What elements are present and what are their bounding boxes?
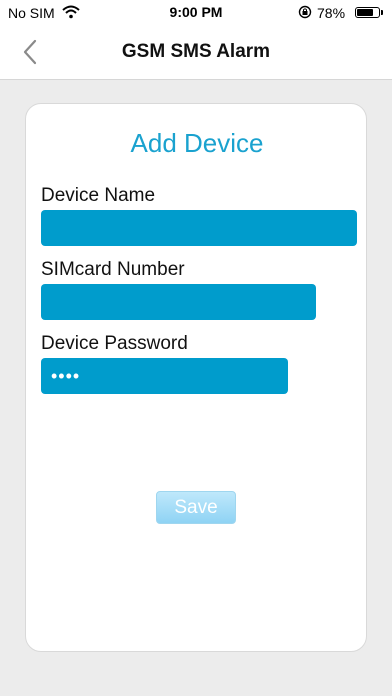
battery-level xyxy=(357,9,373,16)
page-title: GSM SMS Alarm xyxy=(121,41,271,62)
card-title: Add Device xyxy=(130,128,264,158)
add-device-card: Add Device Device Name SIMcard Number De… xyxy=(25,103,367,652)
battery-cap xyxy=(381,10,383,15)
navigation-bar: GSM SMS Alarm xyxy=(0,26,392,80)
device-password-input[interactable] xyxy=(41,358,288,394)
status-bar: No SIM 9:00 PM 78% xyxy=(0,0,392,26)
device-name-label: Device Name xyxy=(41,185,156,206)
orientation-lock-icon xyxy=(298,5,312,19)
battery-icon xyxy=(355,7,380,18)
device-name-input[interactable] xyxy=(41,210,357,246)
sim-number-input[interactable] xyxy=(41,284,316,320)
save-button[interactable]: Save xyxy=(156,491,236,524)
sim-number-label: SIMcard Number xyxy=(41,259,185,280)
battery-percent: 78% xyxy=(317,5,346,21)
device-password-label: Device Password xyxy=(41,333,188,354)
